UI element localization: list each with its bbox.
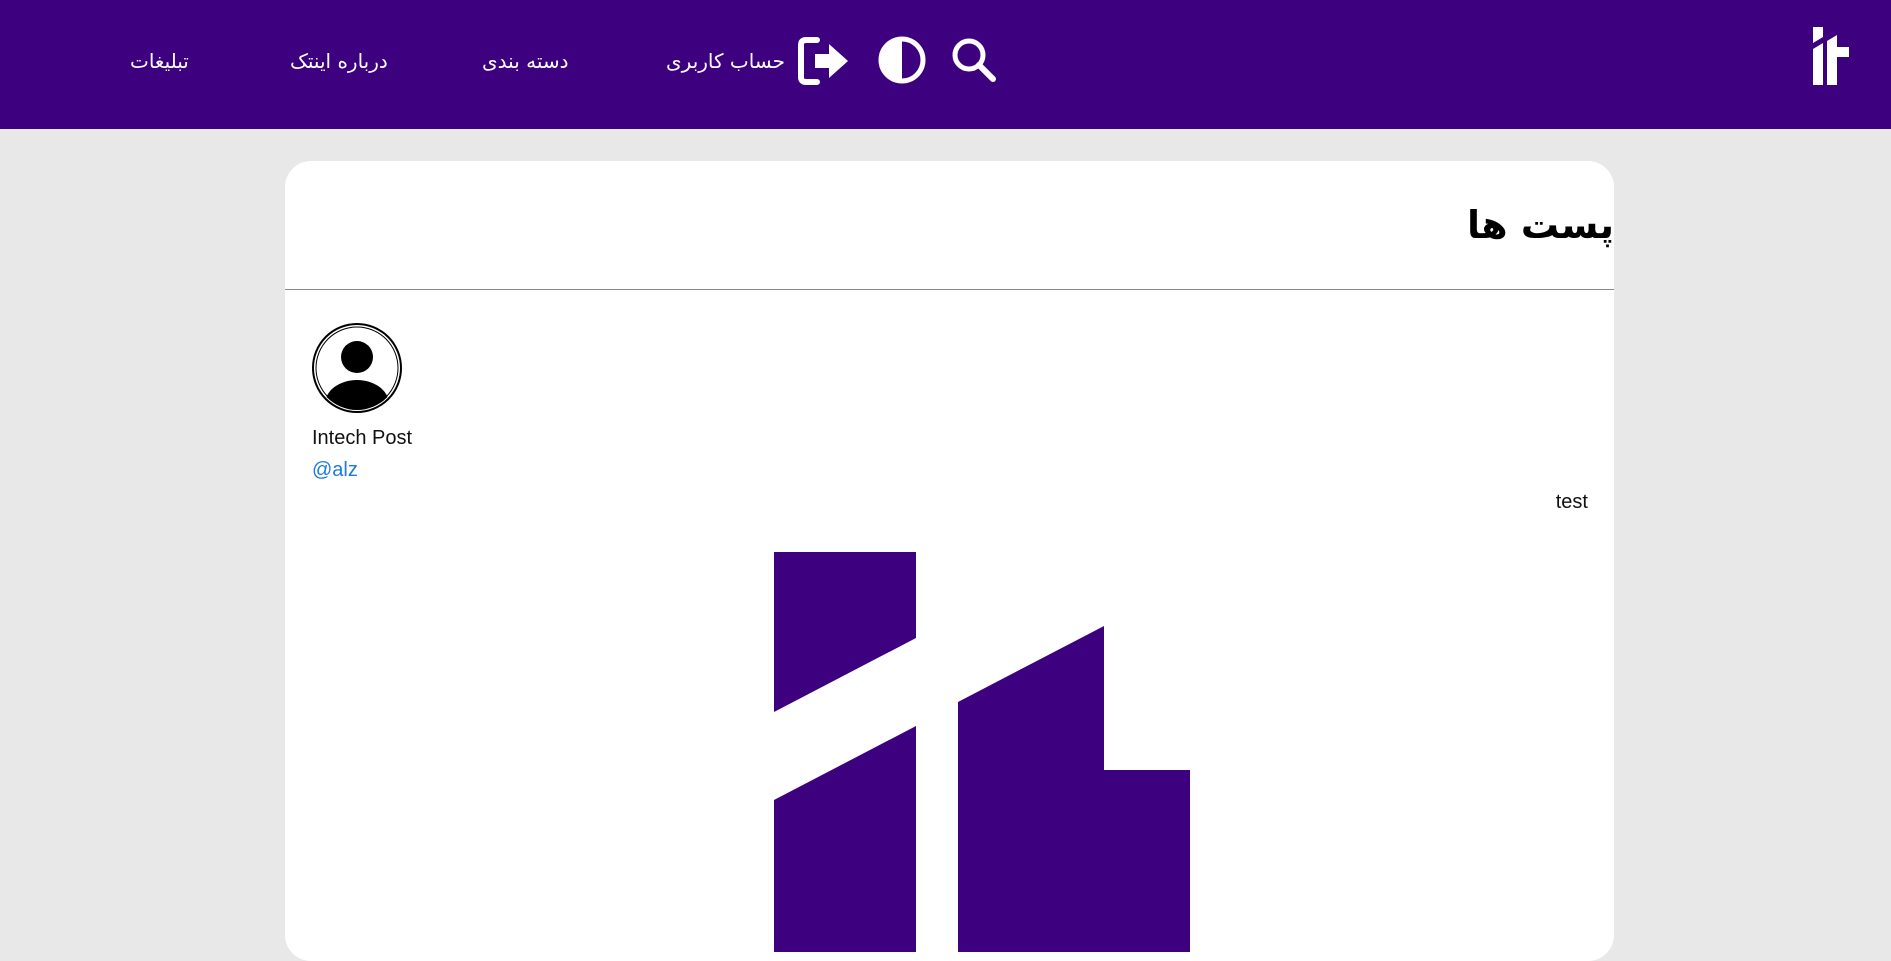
post-text: test xyxy=(1555,491,1588,513)
contrast-icon[interactable] xyxy=(877,35,927,85)
title-divider xyxy=(285,289,1614,290)
post-image xyxy=(774,552,1190,952)
posts-card: پست ها Intech Post @alz test xyxy=(285,161,1614,961)
nav-link-account[interactable]: حساب کاربری xyxy=(666,48,785,74)
logout-icon[interactable] xyxy=(797,36,851,86)
post-author-handle[interactable]: @alz xyxy=(312,457,358,483)
logo-icon[interactable] xyxy=(1811,27,1851,87)
user-avatar-icon[interactable] xyxy=(311,322,403,414)
search-icon[interactable] xyxy=(951,37,997,83)
post-author-name: Intech Post xyxy=(312,427,413,449)
top-navbar: تبلیغات درباره اینتک دسته بندی حساب کارب… xyxy=(0,0,1891,129)
nav-link-about[interactable]: درباره اینتک xyxy=(290,48,388,74)
page-title: پست ها xyxy=(1466,203,1614,247)
nav-link-categories[interactable]: دسته بندی xyxy=(482,48,569,74)
nav-link-ads[interactable]: تبلیغات xyxy=(130,48,189,74)
